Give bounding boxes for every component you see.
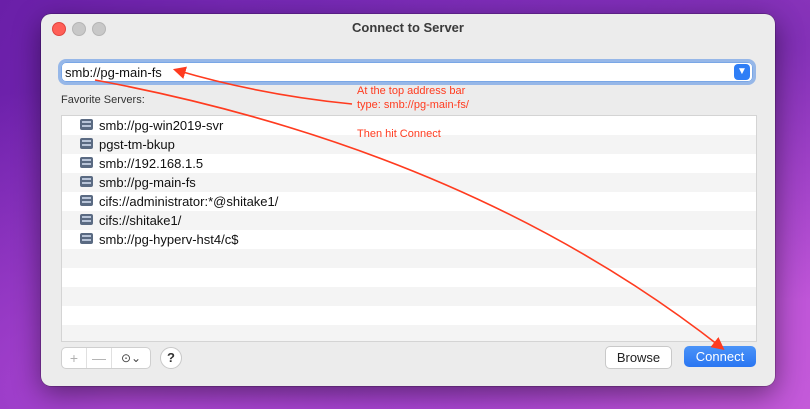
list-item-label: smb://pg-main-fs <box>99 175 196 190</box>
annotation-line-3: Then hit Connect <box>357 128 441 140</box>
empty-row <box>62 306 756 325</box>
empty-row <box>62 249 756 268</box>
remove-favorite-button[interactable]: — <box>87 348 112 368</box>
list-item-label: cifs://shitake1/ <box>99 213 182 228</box>
window-title: Connect to Server <box>352 20 464 35</box>
browse-button[interactable]: Browse <box>605 346 672 369</box>
server-address-input[interactable] <box>65 63 731 81</box>
list-item[interactable]: smb://pg-hyperv-hst4/c$ <box>62 230 756 249</box>
server-icon <box>80 214 93 225</box>
server-icon <box>80 157 93 168</box>
server-icon <box>80 138 93 149</box>
list-item-label: smb://pg-win2019-svr <box>99 118 224 133</box>
list-item[interactable]: cifs://shitake1/ <box>62 211 756 230</box>
server-icon <box>80 176 93 187</box>
list-item[interactable]: smb://pg-main-fs <box>62 173 756 192</box>
help-button[interactable]: ? <box>160 347 182 369</box>
favorite-servers-list[interactable]: smb://pg-win2019-svr pgst-tm-bkup smb://… <box>61 115 757 342</box>
server-icon <box>80 233 93 244</box>
add-favorite-button[interactable]: + <box>62 348 87 368</box>
empty-row <box>62 325 756 341</box>
favorite-servers-label: Favorite Servers: <box>61 94 145 106</box>
list-item[interactable]: cifs://administrator:*@shitake1/ <box>62 192 756 211</box>
connect-button[interactable]: Connect <box>684 346 756 367</box>
empty-row <box>62 268 756 287</box>
server-icon <box>80 195 93 206</box>
list-item-label: pgst-tm-bkup <box>99 137 175 152</box>
empty-row <box>62 287 756 306</box>
annotation-line-1: At the top address bar <box>357 85 466 97</box>
chevron-down-icon[interactable]: ▼ <box>734 64 750 80</box>
connect-to-server-window: Connect to Server ▼ Favorite Servers: sm… <box>41 14 775 386</box>
annotation-line-2: type: smb://pg-main-fs/ <box>357 99 469 111</box>
favorites-toolbar: + — ⊙⌄ <box>61 347 151 369</box>
server-icon <box>80 119 93 130</box>
list-item-label: smb://pg-hyperv-hst4/c$ <box>99 232 239 247</box>
list-item-label: cifs://administrator:*@shitake1/ <box>99 194 279 209</box>
list-item[interactable]: smb://192.168.1.5 <box>62 154 756 173</box>
title-bar: Connect to Server <box>41 14 775 42</box>
server-address-field[interactable]: ▼ <box>61 62 753 82</box>
more-options-button[interactable]: ⊙⌄ <box>114 348 148 368</box>
list-item-label: smb://192.168.1.5 <box>99 156 204 171</box>
